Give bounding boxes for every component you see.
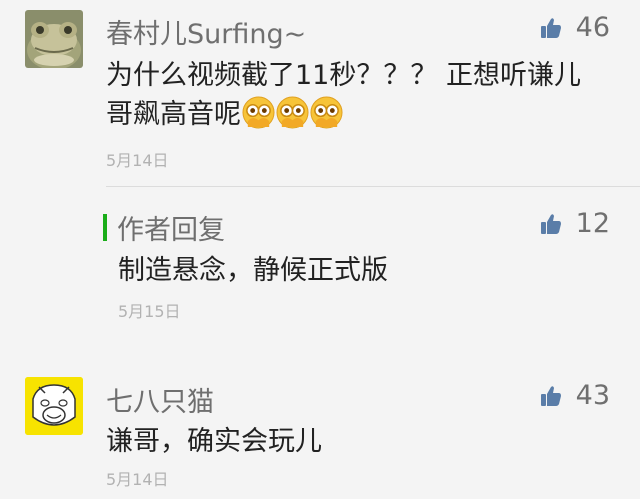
divider bbox=[106, 186, 640, 187]
avatar[interactable] bbox=[25, 377, 83, 435]
avatar[interactable] bbox=[25, 10, 83, 68]
peeking-face-emoji bbox=[310, 96, 343, 129]
comment-text-line-2-text: 哥飙高音呢 bbox=[106, 99, 241, 130]
like-count: 43 bbox=[575, 380, 610, 411]
author-reply-label-text: 作者回复 bbox=[117, 215, 225, 246]
like-button[interactable]: 12 bbox=[540, 208, 610, 239]
peeking-face-emoji bbox=[242, 96, 275, 129]
comment-nickname[interactable]: 春村儿Surfing~ bbox=[106, 12, 306, 51]
comment-text-line-2: 哥飙高音呢 bbox=[106, 95, 626, 134]
thumbs-up-icon bbox=[540, 17, 561, 38]
like-count: 12 bbox=[575, 208, 610, 239]
comment-date: 5月14日 bbox=[106, 151, 169, 170]
cartoon-avatar-image bbox=[25, 377, 83, 435]
comment-date: 5月14日 bbox=[106, 470, 169, 489]
reply-indicator-bar bbox=[103, 214, 107, 241]
comment-text-line: 为什么视频截了11秒？？？ 正想听谦儿 bbox=[106, 60, 581, 91]
like-button[interactable]: 46 bbox=[540, 12, 610, 43]
like-count: 46 bbox=[575, 12, 610, 43]
peeking-face-emoji bbox=[276, 96, 309, 129]
frog-avatar-image bbox=[25, 10, 83, 68]
thumbs-up-icon bbox=[540, 213, 561, 234]
reply-text: 制造悬念，静候正式版 bbox=[118, 255, 388, 286]
reply-date: 5月15日 bbox=[118, 302, 181, 321]
comment-nickname[interactable]: 七八只猫 bbox=[106, 380, 214, 419]
author-reply-label: 作者回复 bbox=[103, 208, 225, 247]
comment-text: 谦哥，确实会玩儿 bbox=[106, 426, 322, 457]
thumbs-up-icon bbox=[540, 385, 561, 406]
like-button[interactable]: 43 bbox=[540, 380, 610, 411]
comment-text: 为什么视频截了11秒？？？ 正想听谦儿 哥飙高音呢 bbox=[106, 56, 626, 134]
